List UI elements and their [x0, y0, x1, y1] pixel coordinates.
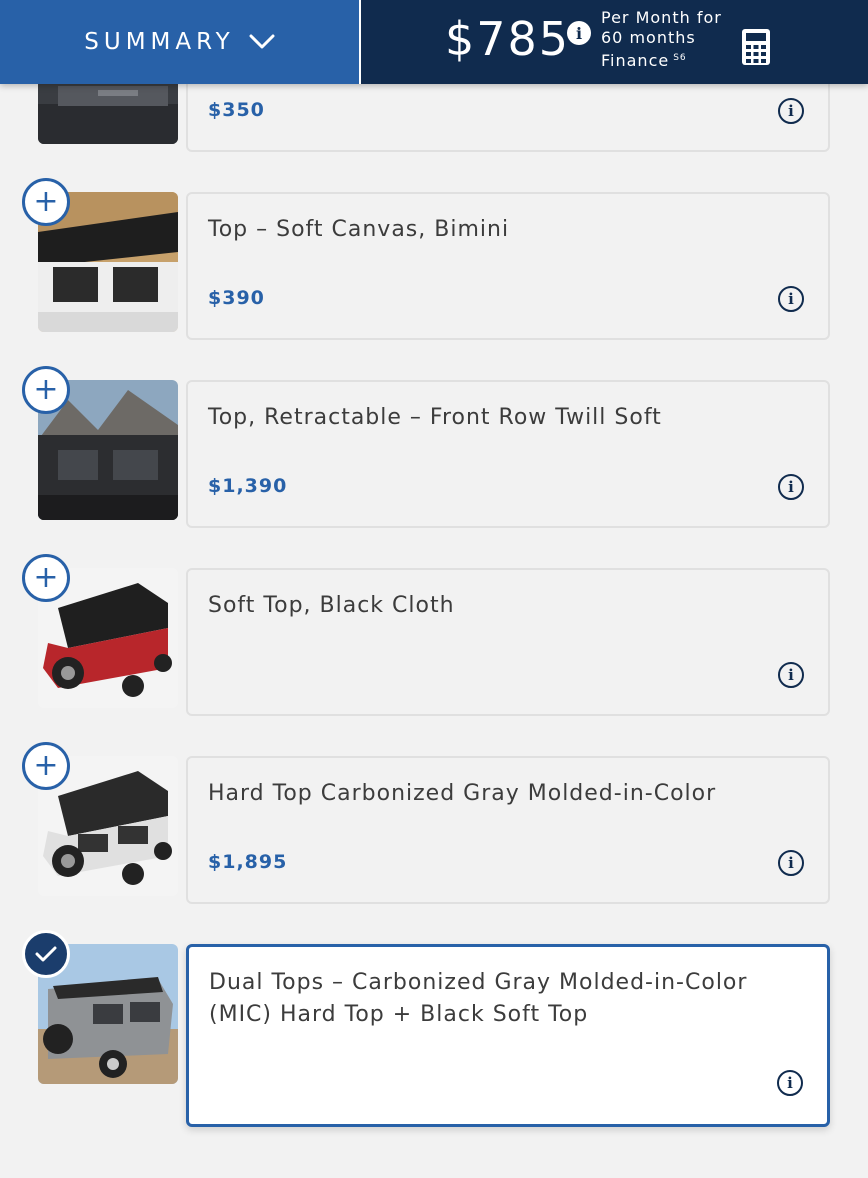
check-icon	[35, 946, 57, 962]
plus-icon: +	[33, 560, 59, 595]
payment-summary: $785 i Per Month for 60 months Finance S6	[361, 0, 868, 84]
option-price: $390	[208, 287, 265, 309]
terms-line-3: Finance S6	[601, 48, 722, 71]
option-card[interactable]: Dual Tops – Carbonized Gray Molded-in-Co…	[186, 944, 830, 1127]
option-card[interactable]: Top, Retractable – Front Row Twill Soft …	[186, 380, 830, 528]
finance-label: Finance	[601, 51, 670, 70]
option-title: Dual Tops – Carbonized Gray Molded-in-Co…	[209, 970, 748, 1027]
option-card[interactable]: Hard Top Carbonized Gray Molded-in-Color…	[186, 756, 830, 904]
add-option-button[interactable]: +	[22, 366, 70, 414]
add-option-button[interactable]: +	[22, 742, 70, 790]
info-icon[interactable]: i	[778, 662, 804, 688]
add-option-button[interactable]: +	[22, 554, 70, 602]
selected-option-button[interactable]	[22, 930, 70, 978]
info-icon[interactable]: i	[778, 286, 804, 312]
option-row: + Hard Top Carbonized Gray Molded-in-Col…	[0, 742, 868, 904]
option-row-selected: Dual Tops – Carbonized Gray Molded-in-Co…	[0, 930, 868, 1132]
terms-line-2: 60 months	[601, 28, 696, 47]
summary-toggle-button[interactable]: SUMMARY	[0, 0, 359, 84]
terms-line-1: Per Month for	[601, 8, 722, 27]
disclosure-link[interactable]: S6	[673, 53, 686, 63]
plus-icon: +	[33, 372, 59, 407]
option-title: Hard Top Carbonized Gray Molded-in-Color	[208, 781, 717, 806]
add-option-button[interactable]: +	[22, 178, 70, 226]
info-icon[interactable]: i	[778, 850, 804, 876]
plus-icon: +	[33, 184, 59, 219]
option-title: Soft Top, Black Cloth	[208, 593, 455, 618]
option-row: + Top, Retractable – Front Row Twill Sof…	[0, 366, 868, 528]
option-card[interactable]: Soft Top, Black Cloth i	[186, 568, 830, 716]
option-row: + Soft Top, Black Cloth i	[0, 554, 868, 716]
option-card[interactable]: Top – Soft Canvas, Bimini $390 i	[186, 192, 830, 340]
monthly-price: $785	[445, 12, 571, 66]
option-price: $1,390	[208, 475, 288, 497]
info-icon[interactable]: i	[777, 1070, 803, 1096]
option-price: $350	[208, 99, 265, 121]
option-title: Top – Soft Canvas, Bimini	[208, 217, 510, 242]
summary-label: SUMMARY	[84, 29, 235, 55]
calculator-icon[interactable]	[741, 28, 771, 66]
info-icon[interactable]: i	[778, 98, 804, 124]
option-row: + Top – Soft Canvas, Bimini $390 i	[0, 178, 868, 340]
sticky-header: SUMMARY $785 i Per Month for 60 months F…	[0, 0, 868, 84]
chevron-down-icon	[249, 34, 275, 49]
option-title: Top, Retractable – Front Row Twill Soft	[208, 405, 662, 430]
plus-icon: +	[33, 748, 59, 783]
info-icon[interactable]: i	[778, 474, 804, 500]
info-icon[interactable]: i	[567, 21, 591, 45]
option-price: $1,895	[208, 851, 288, 873]
payment-terms: Per Month for 60 months Finance S6	[601, 8, 722, 71]
